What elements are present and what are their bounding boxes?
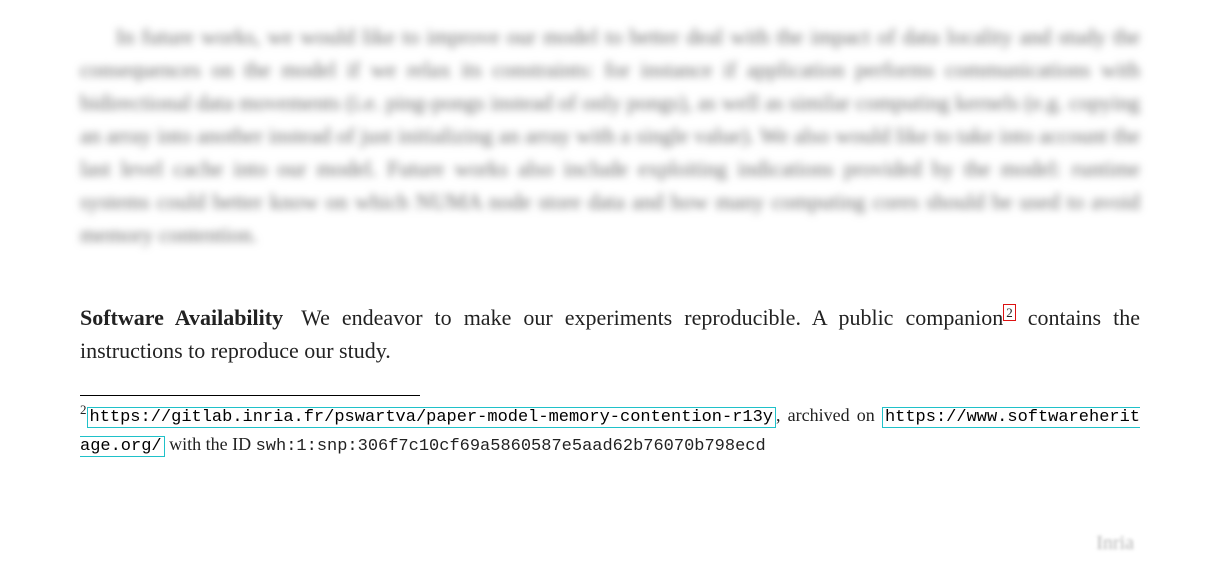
section-body-pre: We endeavor to make our experiments repr… [301,305,1003,330]
footnote-text-middle: , archived on [776,405,882,425]
footnote-number: 2 [80,402,87,417]
footnote-url-gitlab[interactable]: https://gitlab.inria.fr/pswartva/paper-m… [87,407,777,428]
footnote-separator [80,395,420,396]
footnote: 2https://gitlab.inria.fr/pswartva/paper-… [80,402,1140,461]
software-availability-section: Software Availability We endeavor to make… [80,301,1140,367]
footnote-swhid: swh:1:snp:306f7c10cf69a5860587e5aad62b76… [256,437,766,456]
publisher-mark: Inria [1096,532,1134,555]
blurred-paragraph: In future works, we would like to improv… [80,20,1140,251]
section-heading: Software Availability [80,305,283,330]
footnote-text-tail-prefix: with the ID [165,434,256,454]
page-content: In future works, we would like to improv… [0,0,1220,573]
footnote-ref[interactable]: 2 [1003,304,1016,321]
